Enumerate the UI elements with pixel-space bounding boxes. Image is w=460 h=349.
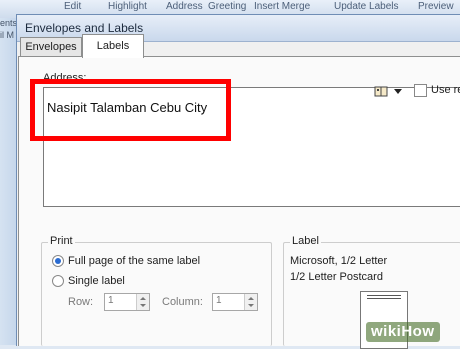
address-book-icon[interactable]	[374, 86, 388, 97]
ribbon-greeting[interactable]: Greeting	[208, 1, 246, 12]
column-spinner-arrows[interactable]	[244, 294, 257, 310]
row-value: 1	[108, 295, 114, 306]
label-group-title: Label	[290, 235, 321, 247]
row-spinner-arrows[interactable]	[136, 294, 149, 310]
row-stepper[interactable]: 1	[104, 293, 150, 311]
full-page-radio[interactable]	[52, 255, 64, 267]
single-label-label[interactable]: Single label	[68, 275, 125, 287]
ribbon-highlight[interactable]: Highlight	[108, 1, 147, 12]
chevron-down-icon[interactable]	[394, 89, 402, 94]
tab-envelopes[interactable]: Envelopes	[20, 37, 82, 57]
column-label: Column:	[162, 296, 203, 308]
dialog-title: Envelopes and Labels	[25, 21, 144, 35]
wikihow-watermark: wikiHow	[366, 322, 440, 342]
ribbon-preview[interactable]: Preview	[418, 1, 454, 12]
single-label-radio[interactable]	[52, 275, 64, 287]
ribbon-insert-merge[interactable]: Insert Merge	[254, 1, 310, 12]
column-stepper[interactable]: 1	[212, 293, 258, 311]
label-product[interactable]: Microsoft, 1/2 Letter	[290, 255, 387, 267]
label-type[interactable]: 1/2 Letter Postcard	[290, 271, 383, 283]
address-highlight-box	[30, 79, 231, 141]
ribbon-edit[interactable]: Edit	[64, 1, 81, 12]
ribbon-update-labels[interactable]: Update Labels	[334, 1, 399, 12]
left-strip-text-1: ents	[0, 18, 18, 28]
use-return-address-checkbox[interactable]	[414, 84, 427, 97]
use-return-address-label: Use re	[431, 84, 460, 96]
column-value: 1	[216, 295, 222, 306]
left-strip-text-2: il M	[0, 30, 14, 40]
print-group-title: Print	[48, 235, 75, 247]
row-label: Row:	[68, 296, 94, 308]
ribbon-address[interactable]: Address	[166, 1, 203, 12]
tab-labels[interactable]: Labels	[82, 34, 144, 58]
full-page-label[interactable]: Full page of the same label	[68, 255, 200, 267]
